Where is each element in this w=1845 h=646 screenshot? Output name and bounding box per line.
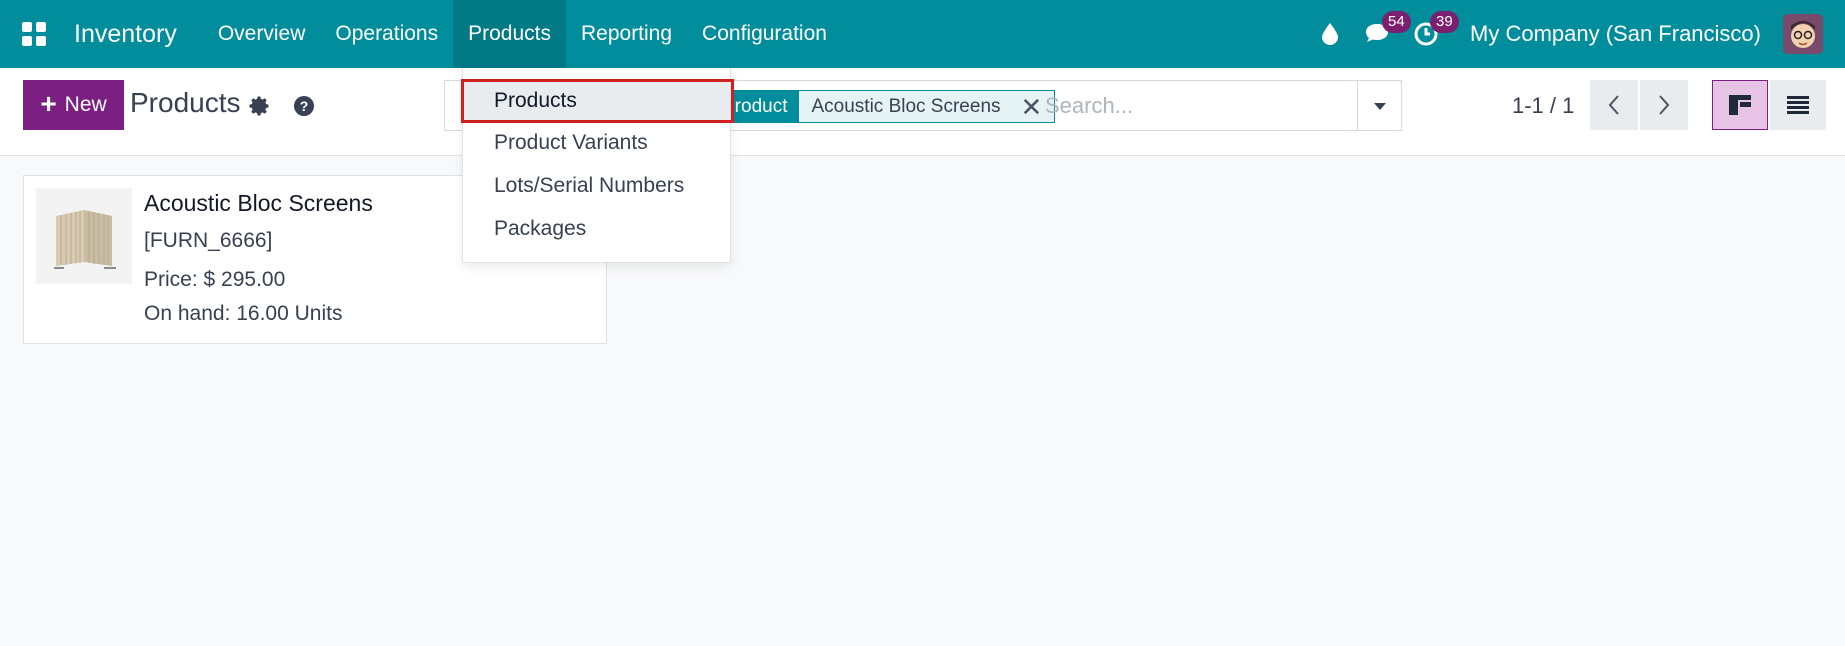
remove-facet-icon[interactable]: ✕ [1021,94,1043,120]
menu-products[interactable]: Products [453,0,566,68]
caret-down-icon [1373,102,1386,110]
user-avatar[interactable] [1783,14,1823,54]
dropdown-item-packages[interactable]: Packages [463,209,730,249]
search-facet: Product Acoustic Bloc Screens ✕ [709,90,1056,123]
kanban-view-button[interactable] [1712,80,1768,130]
help-icon[interactable]: ? [293,95,315,122]
company-switcher[interactable]: My Company (San Francisco) [1470,21,1761,47]
dropdown-item-lots-serial-numbers[interactable]: Lots/Serial Numbers [463,166,730,206]
page-title: Products [130,87,241,118]
menu-operations[interactable]: Operations [320,0,453,68]
messages-icon[interactable]: 54 [1354,0,1411,68]
product-name: Acoustic Bloc Screens [144,190,373,216]
drop-icon[interactable] [1306,0,1354,68]
navbar-systray: 54 39 My Company (San Francisco) [1306,0,1845,68]
pager-previous-button[interactable] [1590,80,1638,130]
control-panel: + New Products ? Product Acoustic Bloc S… [0,68,1845,156]
pager-value[interactable]: 1-1 / 1 [1512,93,1574,119]
plus-icon: + [40,87,57,119]
products-dropdown-menu: Products Product Variants Lots/Serial Nu… [461,68,734,263]
top-navbar: Inventory Overview Operations Products R… [0,0,1845,68]
new-button-label: New [64,93,107,116]
pager-next-button[interactable] [1640,80,1688,130]
kanban-icon [1729,95,1751,115]
search-options-toggle[interactable] [1357,81,1401,130]
facet-value: Acoustic Bloc Screens ✕ [799,91,1055,122]
svg-text:?: ? [300,98,309,114]
search-input[interactable] [1045,91,1355,121]
activities-badge: 39 [1430,11,1459,33]
list-icon [1787,96,1809,114]
apps-menu-icon[interactable] [0,0,68,68]
menu-reporting[interactable]: Reporting [566,0,687,68]
facet-value-text: Acoustic Bloc Screens [811,95,1001,117]
dropdown-item-product-variants[interactable]: Product Variants [463,123,730,163]
activities-clock-icon[interactable]: 39 [1402,0,1459,68]
product-on-hand: On hand: 16.00 Units [144,302,343,325]
chevron-right-icon [1659,95,1670,115]
menu-overview[interactable]: Overview [203,0,321,68]
product-reference: [FURN_6666] [144,229,273,252]
list-view-button[interactable] [1770,80,1826,130]
product-price: Price: $ 295.00 [144,268,286,291]
dropdown-item-products[interactable]: Products [463,81,730,121]
gear-icon[interactable] [248,95,270,122]
menu-configuration[interactable]: Configuration [687,0,842,68]
chevron-left-icon [1608,95,1619,115]
app-name[interactable]: Inventory [74,20,177,49]
product-image [36,188,132,284]
new-button[interactable]: + New [23,80,124,130]
